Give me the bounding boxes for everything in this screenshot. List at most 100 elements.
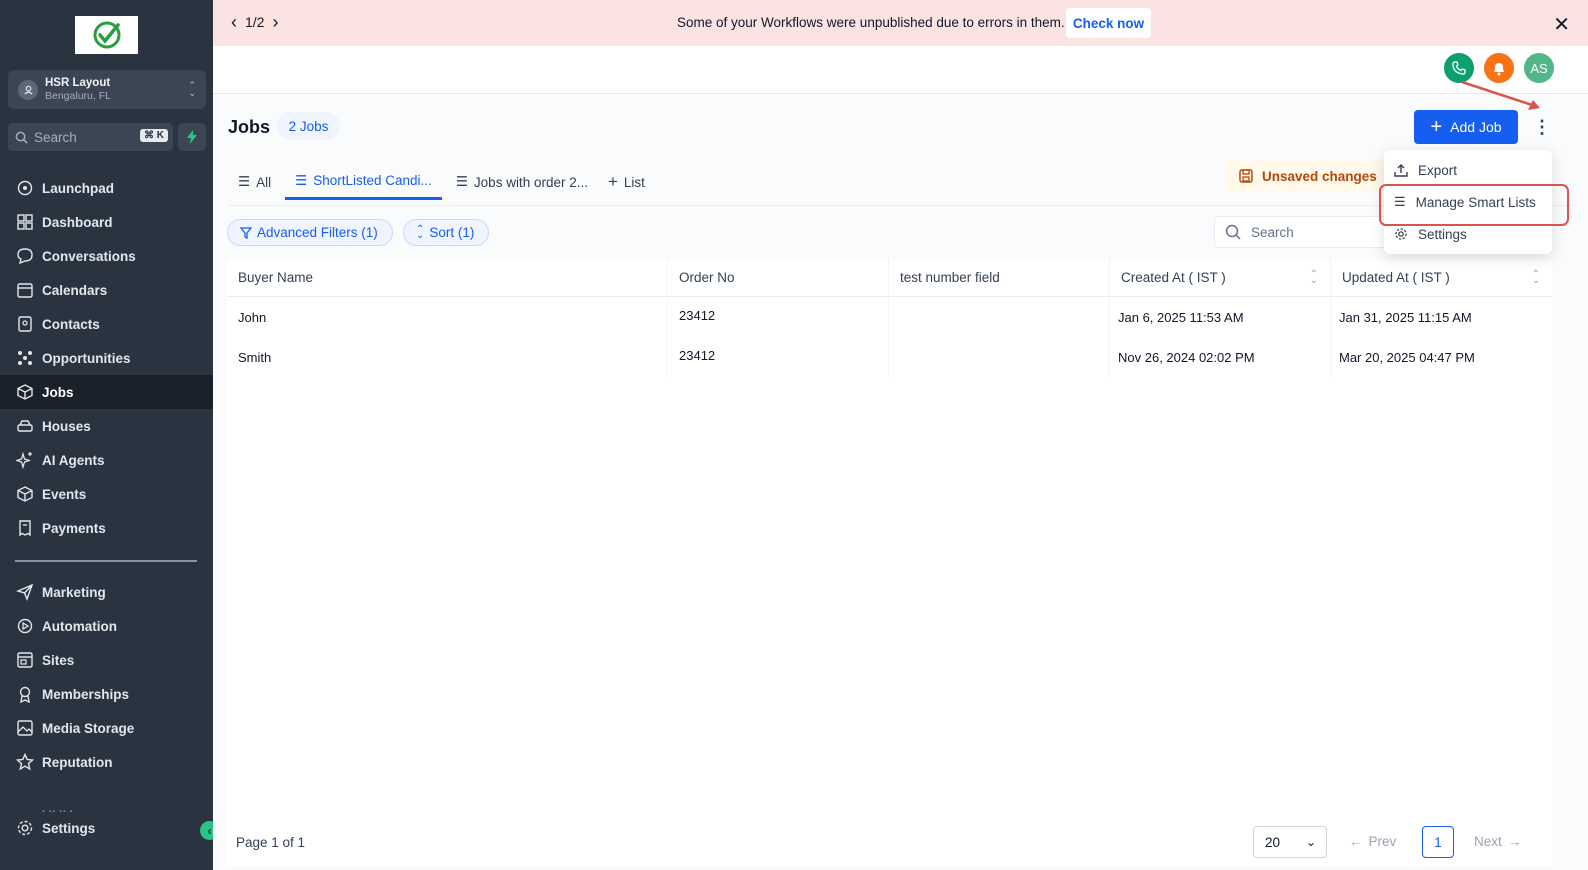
menu-item-export[interactable]: Export xyxy=(1384,155,1552,185)
check-now-button[interactable]: Check now xyxy=(1066,8,1151,38)
sidebar-item-label: Marketing xyxy=(42,584,106,600)
sidebar-search-placeholder: Search xyxy=(34,129,77,145)
location-icon xyxy=(18,79,38,100)
sidebar-item-label: Launchpad xyxy=(42,180,115,196)
more-options-button[interactable]: ⋮ xyxy=(1533,114,1551,140)
table-search-input[interactable]: Search xyxy=(1214,216,1394,248)
sidebar-item-label: Reputation xyxy=(42,754,113,770)
contacts-icon xyxy=(16,315,34,333)
sidebar-item-label: Events xyxy=(42,486,87,502)
sidebar-item-events[interactable]: Events xyxy=(0,477,213,511)
tab-all[interactable]: ☰ All xyxy=(228,164,281,200)
prev-page-button[interactable]: ← Prev xyxy=(1349,834,1396,849)
column-header-created[interactable]: Created At ( IST ) ⌃ ⌄ xyxy=(1110,259,1331,296)
sidebar-item-payments[interactable]: Payments xyxy=(0,511,213,545)
chevron-left-icon[interactable]: ‹ xyxy=(231,13,237,31)
tab-label: List xyxy=(623,174,645,190)
prev-label: Prev xyxy=(1368,834,1397,849)
advanced-filters-button[interactable]: Advanced Filters (1) xyxy=(227,219,393,246)
chevron-updown-icon: ⌃ ⌄ xyxy=(188,80,196,98)
sidebar-item-dashboard[interactable]: Dashboard xyxy=(0,205,213,239)
next-label: Next xyxy=(1474,834,1502,849)
column-header-updated[interactable]: Updated At ( IST ) ⌃ ⌄ xyxy=(1331,259,1552,296)
sidebar-item-label: Settings xyxy=(42,820,96,836)
sidebar-item-sites[interactable]: Sites xyxy=(0,643,213,677)
tab-add-list[interactable]: + List xyxy=(598,164,655,200)
chevron-left-icon: ‹ xyxy=(207,823,212,838)
rocket-icon xyxy=(16,179,34,197)
per-page-select[interactable]: 20 ⌄ xyxy=(1253,826,1327,858)
sidebar: HSR Layout Bengaluru, FL ⌃ ⌄ Search ⌘ K L… xyxy=(0,0,219,870)
sidebar-item-settings[interactable]: Settings xyxy=(0,811,213,845)
page-number-button[interactable]: 1 xyxy=(1422,826,1454,858)
column-header[interactable]: Buyer Name xyxy=(227,259,668,296)
tab-label: Jobs with order 2... xyxy=(473,174,588,190)
sidebar-item-ai-agents[interactable]: AI Agents xyxy=(0,443,213,477)
user-avatar[interactable]: AS xyxy=(1524,53,1554,83)
sort-label: Sort (1) xyxy=(429,225,475,240)
cell-buyer-name: Smith xyxy=(227,337,668,377)
next-page-button[interactable]: Next → xyxy=(1474,834,1521,849)
media-icon xyxy=(16,719,34,737)
search-icon xyxy=(15,131,28,144)
tab-label: ShortListed Candi... xyxy=(313,173,432,188)
kebab-menu-icon: ⋮ xyxy=(1533,116,1551,137)
sidebar-item-label: Calendars xyxy=(42,282,108,298)
sidebar-search-input[interactable]: Search ⌘ K xyxy=(8,123,173,151)
add-job-button[interactable]: + Add Job xyxy=(1414,110,1518,144)
error-banner: ‹ 1/2 › Some of your Workflows were unpu… xyxy=(213,0,1588,46)
banner-pager-text: 1/2 xyxy=(245,14,265,30)
sidebar-item-label: Houses xyxy=(42,418,91,434)
star-icon xyxy=(16,753,34,771)
sidebar-item-media-storage[interactable]: Media Storage xyxy=(0,711,213,745)
sort-toggle-icon[interactable]: ⌃ ⌄ xyxy=(1310,270,1318,286)
arrow-left-icon: ← xyxy=(1349,834,1363,849)
column-header[interactable]: test number field xyxy=(889,259,1110,296)
filter-icon xyxy=(240,226,252,239)
close-icon[interactable]: ✕ xyxy=(1553,12,1570,37)
sidebar-item-houses[interactable]: Houses xyxy=(0,409,213,443)
sidebar-item-conversations[interactable]: Conversations xyxy=(0,239,213,273)
location-switcher[interactable]: HSR Layout Bengaluru, FL ⌃ ⌄ xyxy=(8,70,206,109)
sidebar-item-jobs[interactable]: Jobs xyxy=(0,375,213,409)
location-name: HSR Layout xyxy=(45,77,111,89)
table-search-placeholder: Search xyxy=(1251,224,1294,240)
sort-toggle-icon[interactable]: ⌃ ⌄ xyxy=(1532,270,1540,286)
table-footer: Page 1 of 1 20 ⌄ ← Prev 1 Next → xyxy=(227,822,1552,866)
notifications-button[interactable] xyxy=(1484,53,1514,83)
search-icon xyxy=(1225,224,1241,240)
chevron-down-icon: ⌄ xyxy=(1306,835,1317,849)
check-logo-icon xyxy=(93,21,120,49)
company-logo[interactable] xyxy=(75,16,138,54)
top-header: AS xyxy=(213,46,1588,94)
save-icon xyxy=(1239,169,1253,183)
bell-icon xyxy=(1494,62,1504,75)
table-row[interactable]: Smith 23412 Nov 26, 2024 02:02 PM Mar 20… xyxy=(227,337,1552,377)
tab-jobs-with-order[interactable]: ☰ Jobs with order 2... xyxy=(446,164,598,200)
sidebar-item-reputation[interactable]: Reputation xyxy=(0,745,213,779)
per-page-value: 20 xyxy=(1265,834,1281,850)
sidebar-item-contacts[interactable]: Contacts xyxy=(0,307,213,341)
phone-button[interactable] xyxy=(1444,53,1474,83)
sidebar-item-label: Conversations xyxy=(42,248,136,264)
page-title: Jobs xyxy=(228,117,271,137)
column-header[interactable]: Order No xyxy=(668,259,889,296)
sidebar-item-label: AI Agents xyxy=(42,452,105,468)
list-icon: ☰ xyxy=(455,174,468,189)
unsaved-changes-indicator[interactable]: Unsaved changes xyxy=(1226,160,1391,192)
sort-button[interactable]: ⌃ ⌄ Sort (1) xyxy=(403,219,489,246)
tab-shortlisted[interactable]: ☰ ShortListed Candi... xyxy=(285,164,442,200)
filter-label: Advanced Filters (1) xyxy=(257,225,378,240)
sidebar-item-launchpad[interactable]: Launchpad xyxy=(0,171,213,205)
table-row[interactable]: John 23412 Jan 6, 2025 11:53 AM Jan 31, … xyxy=(227,297,1552,337)
quick-action-button[interactable] xyxy=(178,123,206,151)
sidebar-item-calendars[interactable]: Calendars xyxy=(0,273,213,307)
sidebar-item-opportunities[interactable]: Opportunities xyxy=(0,341,213,375)
sidebar-item-marketing[interactable]: Marketing xyxy=(0,575,213,609)
sidebar-item-automation[interactable]: Automation xyxy=(0,609,213,643)
chevron-right-icon[interactable]: › xyxy=(272,13,278,31)
table-header-row: Buyer Name Order No test number field Cr… xyxy=(227,259,1552,297)
sidebar-item-memberships[interactable]: Memberships xyxy=(0,677,213,711)
sparkle-icon xyxy=(16,451,34,469)
gear-icon xyxy=(16,819,34,837)
